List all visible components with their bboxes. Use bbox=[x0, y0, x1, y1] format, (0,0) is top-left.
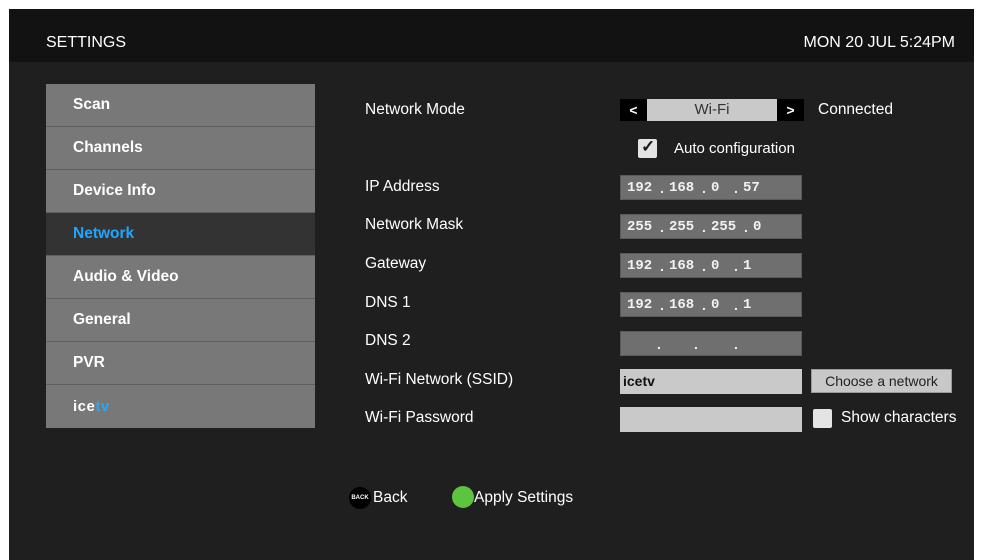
back-label: Back bbox=[373, 489, 408, 506]
ip-octet: 192 bbox=[627, 297, 653, 313]
network-mode-selector[interactable]: < Wi-Fi > bbox=[620, 99, 804, 121]
wifi-password-label: Wi-Fi Password bbox=[365, 409, 474, 426]
menu-item-label: PVR bbox=[73, 354, 105, 371]
icetv-logo: icetv bbox=[73, 398, 110, 415]
ip-dot: . bbox=[694, 336, 698, 352]
menu-item-icetv[interactable]: icetv bbox=[46, 385, 315, 428]
ip-dot: . bbox=[702, 180, 706, 196]
ip-dot: . bbox=[734, 258, 738, 274]
ip-dot: . bbox=[734, 297, 738, 313]
settings-menu: Scan Channels Device Info Network Audio … bbox=[46, 84, 315, 428]
header-bar: SETTINGS MON 20 JUL 5:24PM bbox=[9, 9, 974, 62]
network-mode-label: Network Mode bbox=[365, 101, 465, 118]
dns1-label: DNS 1 bbox=[365, 294, 411, 311]
menu-item-pvr[interactable]: PVR bbox=[46, 342, 315, 385]
menu-item-label: General bbox=[73, 311, 131, 328]
choose-network-button[interactable]: Choose a network bbox=[811, 369, 952, 393]
menu-item-label: Device Info bbox=[73, 182, 156, 199]
green-key-icon bbox=[452, 486, 474, 508]
back-key-icon: BACK bbox=[349, 487, 371, 509]
network-mask-label: Network Mask bbox=[365, 216, 464, 233]
ip-octet: 168 bbox=[669, 297, 695, 313]
ip-dot: . bbox=[657, 336, 661, 352]
ip-octet: 1 bbox=[743, 258, 752, 274]
ip-address-field[interactable]: 192 . 168 . 0 . 57 bbox=[620, 175, 802, 200]
menu-item-label: Audio & Video bbox=[73, 268, 179, 285]
menu-item-channels[interactable]: Channels bbox=[46, 127, 315, 170]
menu-item-audio-video[interactable]: Audio & Video bbox=[46, 256, 315, 299]
dns1-field[interactable]: 192 . 168 . 0 . 1 bbox=[620, 292, 802, 317]
auto-config-label: Auto configuration bbox=[674, 140, 795, 157]
page-title: SETTINGS bbox=[46, 34, 127, 51]
menu-item-label: Channels bbox=[73, 139, 143, 156]
ssid-input[interactable]: icetv bbox=[620, 369, 802, 394]
wifi-password-input[interactable] bbox=[620, 407, 802, 432]
network-mask-field[interactable]: 255 . 255 . 255 . 0 bbox=[620, 214, 802, 239]
menu-item-label: Network bbox=[73, 225, 135, 242]
network-mode-value: Wi-Fi bbox=[694, 101, 730, 118]
menu-item-device-info[interactable]: Device Info bbox=[46, 170, 315, 213]
ip-dot: . bbox=[660, 180, 664, 196]
logo-part-ice: ice bbox=[73, 398, 96, 415]
gateway-label: Gateway bbox=[365, 255, 427, 272]
apply-settings-label: Apply Settings bbox=[474, 489, 574, 506]
ssid-label: Wi-Fi Network (SSID) bbox=[365, 371, 514, 388]
show-characters-label: Show characters bbox=[841, 409, 957, 426]
menu-item-scan[interactable]: Scan bbox=[46, 84, 315, 127]
chevron-right-icon[interactable]: > bbox=[777, 99, 804, 121]
ip-octet: 255 bbox=[711, 219, 737, 235]
ip-octet: 168 bbox=[669, 180, 695, 196]
ip-octet: 255 bbox=[669, 219, 695, 235]
ip-octet: 192 bbox=[627, 180, 653, 196]
ip-octet: 255 bbox=[627, 219, 653, 235]
ip-dot: . bbox=[744, 219, 748, 235]
ip-octet: 57 bbox=[743, 180, 760, 196]
ip-octet: 0 bbox=[753, 219, 762, 235]
ip-octet: 1 bbox=[743, 297, 752, 313]
ip-dot: . bbox=[702, 297, 706, 313]
chevron-left-icon[interactable]: < bbox=[620, 99, 647, 121]
menu-item-general[interactable]: General bbox=[46, 299, 315, 342]
ip-dot: . bbox=[702, 258, 706, 274]
ip-octet: 0 bbox=[711, 297, 720, 313]
show-characters-checkbox[interactable] bbox=[813, 409, 832, 428]
settings-screen: SETTINGS MON 20 JUL 5:24PM Scan Channels… bbox=[9, 9, 974, 560]
ip-address-label: IP Address bbox=[365, 178, 440, 195]
ip-dot: . bbox=[734, 180, 738, 196]
ip-octet: 0 bbox=[711, 180, 720, 196]
clock: MON 20 JUL 5:24PM bbox=[803, 34, 955, 51]
dns2-label: DNS 2 bbox=[365, 332, 411, 349]
ip-dot: . bbox=[702, 219, 706, 235]
ip-dot: . bbox=[660, 258, 664, 274]
connection-status: Connected bbox=[818, 101, 893, 118]
checkmark-icon: ✓ bbox=[641, 137, 656, 156]
ip-octet: 0 bbox=[711, 258, 720, 274]
menu-item-label: Scan bbox=[73, 96, 111, 113]
ip-dot: . bbox=[660, 297, 664, 313]
logo-part-tv: tv bbox=[95, 398, 110, 415]
ip-octet: 192 bbox=[627, 258, 653, 274]
dns2-field[interactable]: . . . bbox=[620, 331, 802, 356]
gateway-field[interactable]: 192 . 168 . 0 . 1 bbox=[620, 253, 802, 278]
ip-dot: . bbox=[734, 336, 738, 352]
ip-dot: . bbox=[660, 219, 664, 235]
auto-config-checkbox[interactable]: ✓ bbox=[638, 137, 657, 158]
ip-octet: 168 bbox=[669, 258, 695, 274]
menu-item-network[interactable]: Network bbox=[46, 213, 315, 256]
